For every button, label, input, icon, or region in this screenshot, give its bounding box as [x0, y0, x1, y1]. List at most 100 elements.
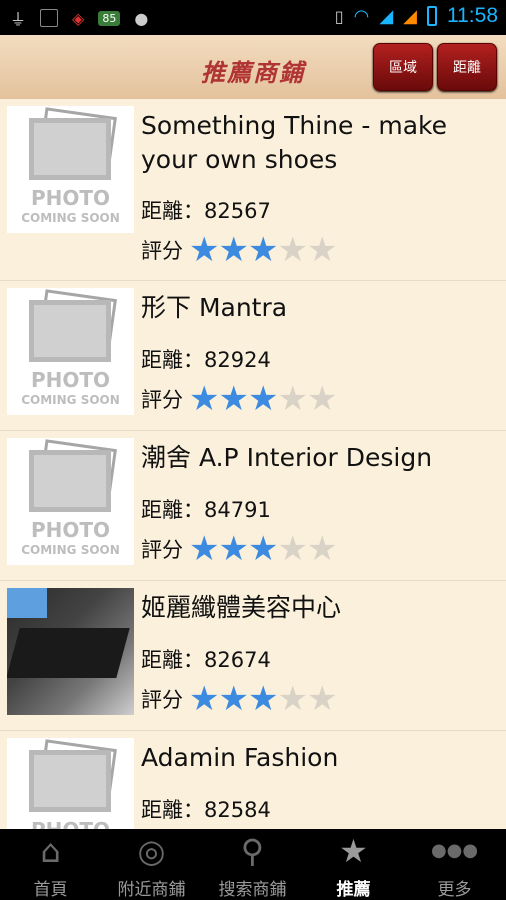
shop-name: 形下 Mantra	[141, 293, 288, 322]
signal-off-icon	[40, 9, 59, 27]
android-icon: ●	[134, 8, 149, 28]
photo-placeholder: PHOTO COMING SOON	[7, 288, 134, 415]
distance-value: 82674	[204, 648, 271, 672]
distance-value: 82924	[204, 348, 271, 372]
list-item[interactable]: 姬麗纖體美容中心 距離：82674 評分 ★ ★ ★ ★ ★	[0, 581, 506, 731]
tab-label: 首頁	[33, 880, 68, 900]
status-bar: ⏚ ◈ 85 ● ▯ ◠ ◢ ◢ 11:58	[0, 0, 506, 35]
photo-placeholder: PHOTO COMING SOON	[7, 438, 134, 565]
more-dots-icon: ●●●	[430, 840, 479, 861]
star-empty-icon: ★	[306, 230, 338, 270]
star-filled-icon: ★	[189, 529, 220, 569]
star-filled-icon: ★	[189, 679, 220, 719]
battery-badge: 85	[98, 10, 121, 26]
star-filled-icon: ★	[247, 679, 279, 719]
rating-stars: ★ ★ ★ ★ ★	[189, 230, 338, 270]
star-empty-icon: ★	[277, 379, 308, 419]
shop-rating: 評分 ★ ★ ★ ★ ★	[141, 679, 338, 719]
placeholder-text-photo: PHOTO	[30, 368, 111, 392]
usb-icon: ⏚	[10, 10, 27, 29]
distance-label: 距離：	[141, 348, 204, 372]
shop-distance: 距離：82567	[141, 195, 271, 225]
tab-label: 附近商鋪	[117, 880, 186, 900]
shop-rating: 評分 ★ ★ ★ ★ ★	[141, 379, 338, 419]
placeholder-text-photo: PHOTO	[7, 818, 134, 829]
star-filled-icon: ★	[247, 529, 279, 569]
shop-name: 姬麗纖體美容中心	[141, 593, 342, 622]
placeholder-text-coming-soon: COMING SOON	[21, 543, 120, 557]
star-empty-icon: ★	[277, 230, 308, 270]
star-filled-icon: ★	[218, 230, 249, 270]
star-filled-icon: ★	[218, 679, 249, 719]
distance-label: 距離：	[141, 798, 204, 822]
rating-stars: ★ ★ ★ ★ ★	[189, 379, 338, 419]
star-empty-icon: ★	[277, 529, 308, 569]
shield-icon: ◈	[72, 8, 85, 28]
rating-label: 評分	[141, 388, 183, 412]
star-empty-icon: ★	[306, 379, 338, 419]
distance-label: 距離：	[141, 498, 204, 522]
placeholder-text-photo: PHOTO	[30, 186, 111, 210]
list-item[interactable]: PHOTO COMING SOON 潮舍 A.P Interior Design…	[0, 431, 506, 581]
rating-label: 評分	[141, 688, 183, 712]
bottom-tab-bar: ⌂ 首頁 ◎ 附近商鋪 ⚲ 搜索商鋪 ★ 推薦 ●●● 更多	[0, 829, 506, 900]
shop-list[interactable]: PHOTO COMING SOON Something Thine - make…	[0, 99, 506, 829]
tab-star[interactable]: ★ 推薦	[303, 829, 404, 900]
rating-stars: ★ ★ ★ ★ ★	[189, 529, 338, 569]
rating-label: 評分	[141, 538, 183, 562]
placeholder-text-coming-soon: COMING SOON	[21, 211, 120, 225]
wifi-icon: ◠	[353, 5, 370, 27]
shop-name: Adamin Fashion	[141, 743, 339, 772]
list-item[interactable]: PHOTO COMING SOON Something Thine - make…	[0, 99, 506, 281]
distance-value: 84791	[204, 498, 271, 522]
star-filled-icon: ★	[218, 529, 249, 569]
rating-stars: ★ ★ ★ ★ ★	[189, 679, 338, 719]
tab-search[interactable]: ⚲ 搜索商鋪	[202, 829, 303, 900]
star-filled-icon: ★	[189, 230, 220, 270]
shop-distance: 距離：82674	[141, 644, 271, 674]
shop-distance: 距離：84791	[141, 494, 271, 524]
tab-more-dots[interactable]: ●●● 更多	[404, 829, 505, 900]
distance-value: 82584	[204, 798, 271, 822]
tab-label: 更多	[437, 880, 472, 900]
shop-rating: 評分 ★ ★ ★ ★ ★	[141, 230, 338, 270]
distance-value: 82567	[204, 199, 271, 223]
tab-radar[interactable]: ◎ 附近商鋪	[101, 829, 202, 900]
distance-sort-button[interactable]: 距離	[437, 43, 497, 91]
shop-distance: 距離：82584	[141, 794, 271, 824]
vibrate-icon: ▯	[334, 6, 344, 26]
distance-label: 距離：	[141, 648, 204, 672]
star-filled-icon: ★	[189, 379, 220, 419]
rating-label: 評分	[141, 239, 183, 263]
cell-signal-icon: ◢	[379, 5, 394, 27]
shop-photo	[7, 588, 134, 715]
star-empty-icon: ★	[306, 679, 338, 719]
star-filled-icon: ★	[247, 230, 279, 270]
star-filled-icon: ★	[218, 379, 249, 419]
cell-signal-2-icon: ◢	[403, 5, 417, 27]
home-icon: ⌂	[40, 832, 61, 870]
list-item[interactable]: PHOTO COMING SOON Adamin Fashion 距離：8258…	[0, 731, 506, 829]
star-icon: ★	[339, 832, 368, 870]
tab-home[interactable]: ⌂ 首頁	[0, 829, 101, 900]
photo-placeholder: PHOTO COMING SOON	[7, 106, 134, 233]
radar-icon: ◎	[137, 832, 166, 870]
shop-name: 潮舍 A.P Interior Design	[141, 443, 433, 472]
photo-placeholder: PHOTO COMING SOON	[7, 738, 134, 829]
app-header: 推薦商鋪 區域 距離	[0, 35, 506, 99]
shop-distance: 距離：82924	[141, 344, 271, 374]
star-filled-icon: ★	[247, 379, 279, 419]
battery-icon	[427, 6, 437, 26]
shop-name: Something Thine - make your own shoes	[141, 111, 447, 174]
list-item[interactable]: PHOTO COMING SOON 形下 Mantra 距離：82924 評分 ★…	[0, 281, 506, 431]
tab-label: 推薦	[336, 880, 371, 900]
clock: 11:58	[447, 4, 498, 27]
star-empty-icon: ★	[277, 679, 308, 719]
star-empty-icon: ★	[306, 529, 338, 569]
search-icon: ⚲	[240, 832, 265, 870]
tab-label: 搜索商鋪	[218, 880, 287, 900]
shop-rating: 評分 ★ ★ ★ ★ ★	[141, 529, 338, 569]
placeholder-text-photo: PHOTO	[30, 518, 111, 542]
area-filter-button[interactable]: 區域	[373, 43, 433, 91]
placeholder-text-coming-soon: COMING SOON	[21, 393, 120, 407]
